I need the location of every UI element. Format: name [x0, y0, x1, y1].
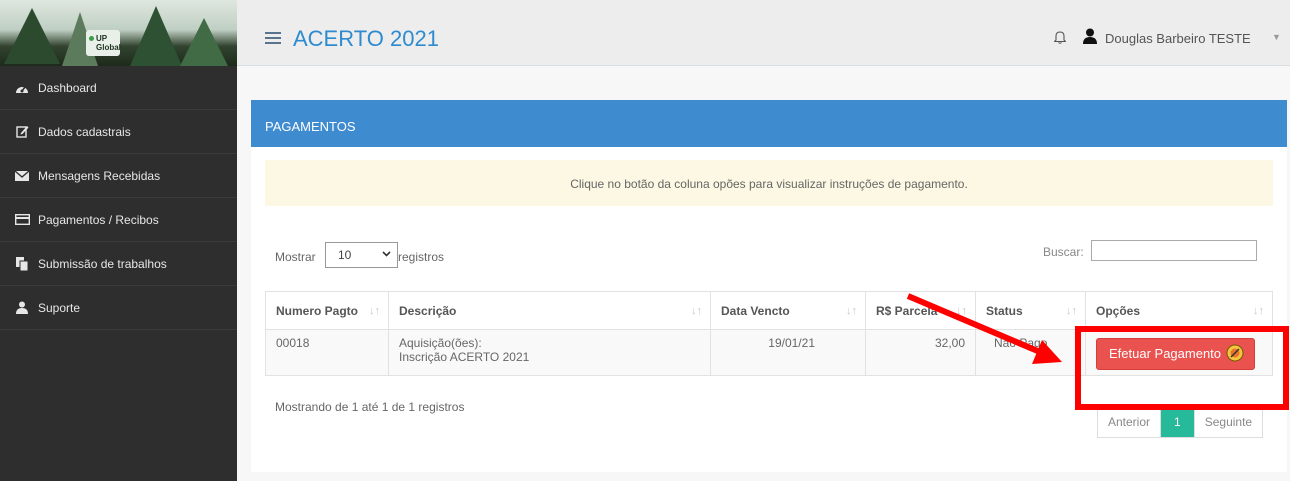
sidebar-item-label: Dashboard — [38, 80, 97, 95]
sidebar-item-label: Pagamentos / Recibos — [38, 212, 159, 227]
sidebar-item-label: Mensagens Recebidas — [38, 168, 161, 183]
table-header-row: Numero Pagto ↓↑ Descrição ↓↑ Data Vencto ↓↑… — [265, 291, 1273, 330]
cell-status: Não Pago — [975, 329, 1086, 376]
edit-icon — [14, 125, 30, 138]
credit-card-icon — [14, 214, 30, 225]
envelope-icon — [14, 170, 30, 181]
logo-dot — [89, 36, 94, 41]
sidebar-item-label: Suporte — [38, 300, 81, 315]
logo-banner[interactable]: UP Global — [0, 0, 237, 66]
highlight-box — [1075, 326, 1289, 410]
chevron-down-icon[interactable]: ▼ — [1272, 32, 1281, 42]
pagination: Anterior 1 Seguinte — [1097, 406, 1264, 438]
decor-shape — [180, 18, 228, 66]
search-label: Buscar: — [1043, 245, 1084, 259]
cell-data: 19/01/21 — [710, 329, 866, 376]
page-length-select[interactable]: 10 — [325, 242, 398, 268]
col-data[interactable]: Data Vencto ↓↑ — [710, 291, 866, 330]
col-label: Descrição — [399, 303, 457, 318]
records-label: registros — [398, 250, 445, 264]
user-menu[interactable]: Douglas Barbeiro TESTE — [1105, 31, 1251, 46]
col-descricao[interactable]: Descrição ↓↑ — [388, 291, 711, 330]
cell-parcela: 32,00 — [865, 329, 976, 376]
sidebar-item-suporte[interactable]: Suporte — [0, 286, 237, 330]
search-input[interactable] — [1091, 240, 1257, 261]
pagination-page[interactable]: 1 — [1161, 407, 1194, 437]
col-numero[interactable]: Numero Pagto ↓↑ — [265, 291, 389, 330]
menu-toggle-icon[interactable] — [265, 32, 281, 47]
sidebar-item-mensagens[interactable]: Mensagens Recebidas — [0, 154, 237, 198]
user-avatar-icon[interactable] — [1083, 28, 1097, 47]
pagination-previous[interactable]: Anterior — [1098, 407, 1162, 437]
sidebar: UP Global Dashboard Dados cadastrais Men… — [0, 0, 237, 481]
sort-icon[interactable]: ↓↑ — [956, 305, 967, 317]
payments-panel: PAGAMENTOS Clique no botão da coluna opõ… — [251, 100, 1287, 472]
sidebar-item-pagamentos[interactable]: Pagamentos / Recibos — [0, 198, 237, 242]
sort-icon[interactable]: ↓↑ — [846, 305, 857, 317]
sidebar-item-dados-cadastrais[interactable]: Dados cadastrais — [0, 110, 237, 154]
col-status[interactable]: Status ↓↑ — [975, 291, 1086, 330]
col-parcela[interactable]: R$ Parcela ↓↑ — [865, 291, 976, 330]
table-info: Mostrando de 1 até 1 de 1 registros — [275, 400, 465, 414]
sidebar-item-dashboard[interactable]: Dashboard — [0, 66, 237, 110]
desc-line: Inscrição ACERTO 2021 — [399, 350, 530, 364]
cell-numero: 00018 — [265, 329, 389, 376]
desc-line: Aquisição(ões): — [399, 336, 482, 350]
dashboard-icon — [14, 82, 30, 94]
logo-text: UP Global — [96, 34, 121, 52]
col-label: Data Vencto — [721, 303, 790, 318]
decor-shape — [130, 6, 182, 66]
bell-icon[interactable] — [1053, 30, 1067, 47]
sort-icon[interactable]: ↓↑ — [1066, 305, 1077, 317]
sidebar-item-label: Submissão de trabalhos — [38, 256, 167, 271]
top-nav: ACERTO 2021 Douglas Barbeiro TESTE ▼ — [237, 0, 1290, 66]
length-label: Mostrar — [275, 250, 316, 264]
decor-shape — [4, 8, 60, 64]
logo-badge: UP Global — [86, 30, 121, 56]
user-icon — [14, 301, 30, 314]
panel-title: PAGAMENTOS — [251, 100, 1287, 147]
page-length-value: 10 — [338, 248, 352, 262]
chevron-down-icon — [382, 249, 391, 260]
pagination-next[interactable]: Seguinte — [1193, 407, 1262, 437]
col-label: Numero Pagto — [276, 303, 359, 318]
sort-asc-icon[interactable]: ↓↑ — [369, 305, 380, 317]
sidebar-item-submissao[interactable]: Submissão de trabalhos — [0, 242, 237, 286]
sidebar-item-label: Dados cadastrais — [38, 124, 131, 139]
col-label: Status — [986, 303, 1023, 318]
info-alert: Clique no botão da coluna opões para vis… — [265, 160, 1273, 206]
col-label: R$ Parcela — [876, 303, 938, 318]
cell-descricao: Aquisição(ões): Inscrição ACERTO 2021 — [388, 329, 711, 376]
sort-icon[interactable]: ↓↑ — [691, 305, 702, 317]
sidebar-menu: Dashboard Dados cadastrais Mensagens Rec… — [0, 66, 237, 330]
col-label: Opções — [1096, 303, 1141, 318]
files-icon — [14, 256, 30, 271]
sort-icon[interactable]: ↓↑ — [1253, 305, 1264, 317]
col-opcoes[interactable]: Opções ↓↑ — [1085, 291, 1273, 330]
page-title: ACERTO 2021 — [293, 26, 439, 51]
